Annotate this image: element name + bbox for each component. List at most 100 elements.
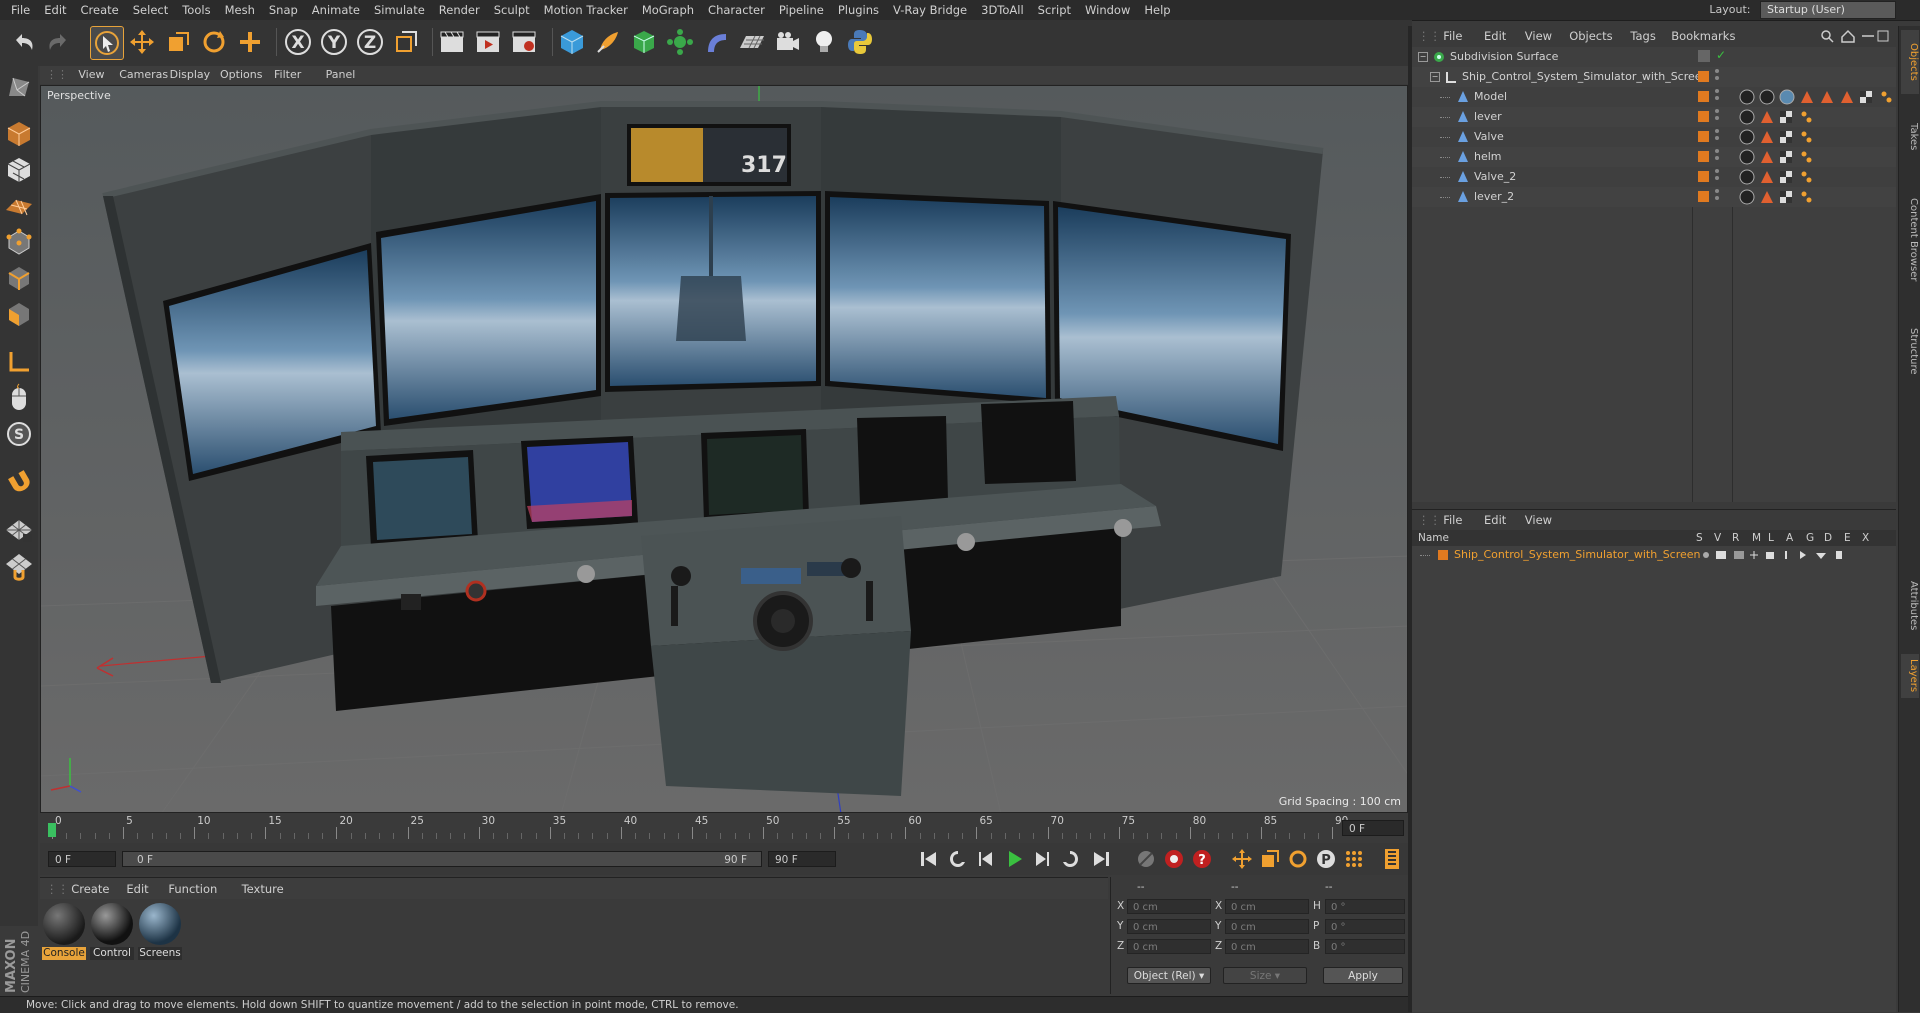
object-name[interactable]: Ship_Control_System_Simulator_with_Scree… xyxy=(1462,67,1709,87)
cube-object-button[interactable] xyxy=(556,26,588,58)
go-to-end-button[interactable] xyxy=(1090,847,1114,871)
object-name[interactable]: Valve_2 xyxy=(1474,167,1516,187)
object-name[interactable]: lever xyxy=(1474,107,1502,127)
layer-color-swatch[interactable] xyxy=(1698,111,1709,122)
layer-column-l[interactable]: L xyxy=(1768,530,1774,546)
rotation-b-field[interactable]: 0 ° xyxy=(1325,939,1405,954)
autokey-button[interactable] xyxy=(1162,847,1186,871)
deformer-button[interactable] xyxy=(700,26,732,58)
object-name[interactable]: Subdivision Surface xyxy=(1450,47,1558,67)
move-button[interactable] xyxy=(126,26,158,58)
layer-column-g[interactable]: G xyxy=(1806,530,1814,546)
lock-workplane-button[interactable] xyxy=(3,514,35,546)
visibility-dots-icon[interactable] xyxy=(1715,169,1719,173)
point-level-key-button[interactable] xyxy=(1342,847,1366,871)
viewport-menu-view[interactable]: View xyxy=(78,66,104,84)
model-mode-button[interactable] xyxy=(3,118,35,150)
go-to-start-button[interactable] xyxy=(916,847,940,871)
size-x-field[interactable]: 0 cm xyxy=(1225,899,1309,914)
material-menu-create[interactable]: Create xyxy=(71,878,109,900)
viewport-menu-cameras[interactable]: Cameras xyxy=(119,66,168,84)
menu-item-window[interactable]: Window xyxy=(1078,0,1137,20)
layer-column-r[interactable]: R xyxy=(1732,530,1739,546)
edges-mode-button[interactable] xyxy=(3,262,35,294)
render-picture-viewer-button[interactable] xyxy=(472,26,504,58)
material-menu-function[interactable]: Function xyxy=(168,878,217,900)
layer-color-swatch[interactable] xyxy=(1698,91,1709,102)
object-menu-objects[interactable]: Objects xyxy=(1569,26,1612,46)
rotation-h-field[interactable]: 0 ° xyxy=(1325,899,1405,914)
material-menu-texture[interactable]: Texture xyxy=(242,878,284,900)
object-menu-view[interactable]: View xyxy=(1525,26,1552,46)
position-z-field[interactable]: 0 cm xyxy=(1127,939,1211,954)
side-tab-content-browser[interactable]: Content Browser xyxy=(1901,176,1919,304)
preview-range-slider[interactable]: 0 F 90 F xyxy=(122,851,762,867)
coord-size-dropdown[interactable]: Size ▾ xyxy=(1223,967,1307,984)
layer-column-name[interactable]: Name xyxy=(1418,530,1449,546)
tweak-mode-button[interactable] xyxy=(3,382,35,414)
layout-select[interactable]: Startup (User) xyxy=(1760,1,1896,19)
enabled-check-icon[interactable]: ✓ xyxy=(1716,48,1726,62)
layer-menu-edit[interactable]: Edit xyxy=(1484,510,1506,530)
position-y-field[interactable]: 0 cm xyxy=(1127,919,1211,934)
next-key-button[interactable] xyxy=(1058,847,1082,871)
side-tab-objects[interactable]: Objects xyxy=(1901,30,1919,94)
rotate-button[interactable] xyxy=(198,26,230,58)
axis-mode-button[interactable] xyxy=(3,346,35,378)
object-name[interactable]: helm xyxy=(1474,147,1502,167)
viewport-menu-options[interactable]: Options xyxy=(220,66,262,84)
parameter-key-button[interactable]: P xyxy=(1314,847,1338,871)
size-z-field[interactable]: 0 cm xyxy=(1225,939,1309,954)
position-key-button[interactable] xyxy=(1230,847,1254,871)
menu-item-pipeline[interactable]: Pipeline xyxy=(772,0,831,20)
menu-item-mograph[interactable]: MoGraph xyxy=(635,0,701,20)
menu-item-edit[interactable]: Edit xyxy=(37,0,73,20)
layer-color-swatch[interactable] xyxy=(1438,550,1448,560)
subdivision-surface-button[interactable] xyxy=(628,26,660,58)
material-menu-edit[interactable]: Edit xyxy=(126,878,148,900)
size-y-field[interactable]: 0 cm xyxy=(1225,919,1309,934)
material-screens[interactable]: Screens xyxy=(138,903,182,961)
layer-column-s[interactable]: S xyxy=(1696,530,1703,546)
layer-column-v[interactable]: V xyxy=(1714,530,1721,546)
menu-item-plugins[interactable]: Plugins xyxy=(831,0,886,20)
menu-item-tools[interactable]: Tools xyxy=(175,0,217,20)
texture-mode-button[interactable] xyxy=(3,154,35,186)
object-row[interactable]: − Subdivision Surface ✓ xyxy=(1412,47,1896,67)
object-name[interactable]: Valve xyxy=(1474,127,1504,147)
object-manager-tools[interactable] xyxy=(1820,29,1890,43)
menu-item-sculpt[interactable]: Sculpt xyxy=(487,0,537,20)
current-frame-field[interactable]: 0 F xyxy=(1342,820,1404,836)
menu-item-character[interactable]: Character xyxy=(701,0,772,20)
layer-column-d[interactable]: D xyxy=(1824,530,1832,546)
object-tags[interactable] xyxy=(1738,189,1818,205)
render-view-button[interactable] xyxy=(436,26,468,58)
make-editable-button[interactable] xyxy=(3,70,35,102)
object-tags[interactable] xyxy=(1738,149,1818,165)
menu-item-script[interactable]: Script xyxy=(1031,0,1078,20)
rotation-p-field[interactable]: 0 ° xyxy=(1325,919,1405,934)
layer-row[interactable]: Ship_Control_System_Simulator_with_Scree… xyxy=(1412,546,1896,564)
menu-item-3dtoall[interactable]: 3DToAll xyxy=(974,0,1031,20)
object-tags[interactable] xyxy=(1738,109,1818,125)
object-menu-edit[interactable]: Edit xyxy=(1484,26,1506,46)
redo-button[interactable] xyxy=(42,26,74,58)
pen-tool-button[interactable] xyxy=(592,26,624,58)
visibility-dots-icon[interactable] xyxy=(1715,69,1719,73)
layer-toggles[interactable] xyxy=(1700,549,1880,561)
edit-render-settings-button[interactable] xyxy=(508,26,540,58)
undo-button[interactable] xyxy=(8,26,40,58)
visibility-dots-icon[interactable] xyxy=(1715,89,1719,93)
side-tab-layers[interactable]: Layers xyxy=(1901,654,1919,698)
layer-color-swatch[interactable] xyxy=(1698,71,1709,82)
expand-toggle-icon[interactable]: − xyxy=(1430,72,1440,82)
layer-color-swatch[interactable] xyxy=(1698,131,1709,142)
recent-tool-button[interactable] xyxy=(234,26,266,58)
menu-item-help[interactable]: Help xyxy=(1137,0,1177,20)
z-axis-button[interactable]: Z xyxy=(354,26,386,58)
layer-column-x[interactable]: X xyxy=(1862,530,1869,546)
object-row[interactable]: Valve_2 xyxy=(1412,167,1896,187)
scale-key-button[interactable] xyxy=(1258,847,1282,871)
timeline-ruler[interactable]: 051015202530354045505560657075808590 0 F xyxy=(40,815,1408,841)
start-frame-field[interactable]: 0 F xyxy=(48,851,116,867)
